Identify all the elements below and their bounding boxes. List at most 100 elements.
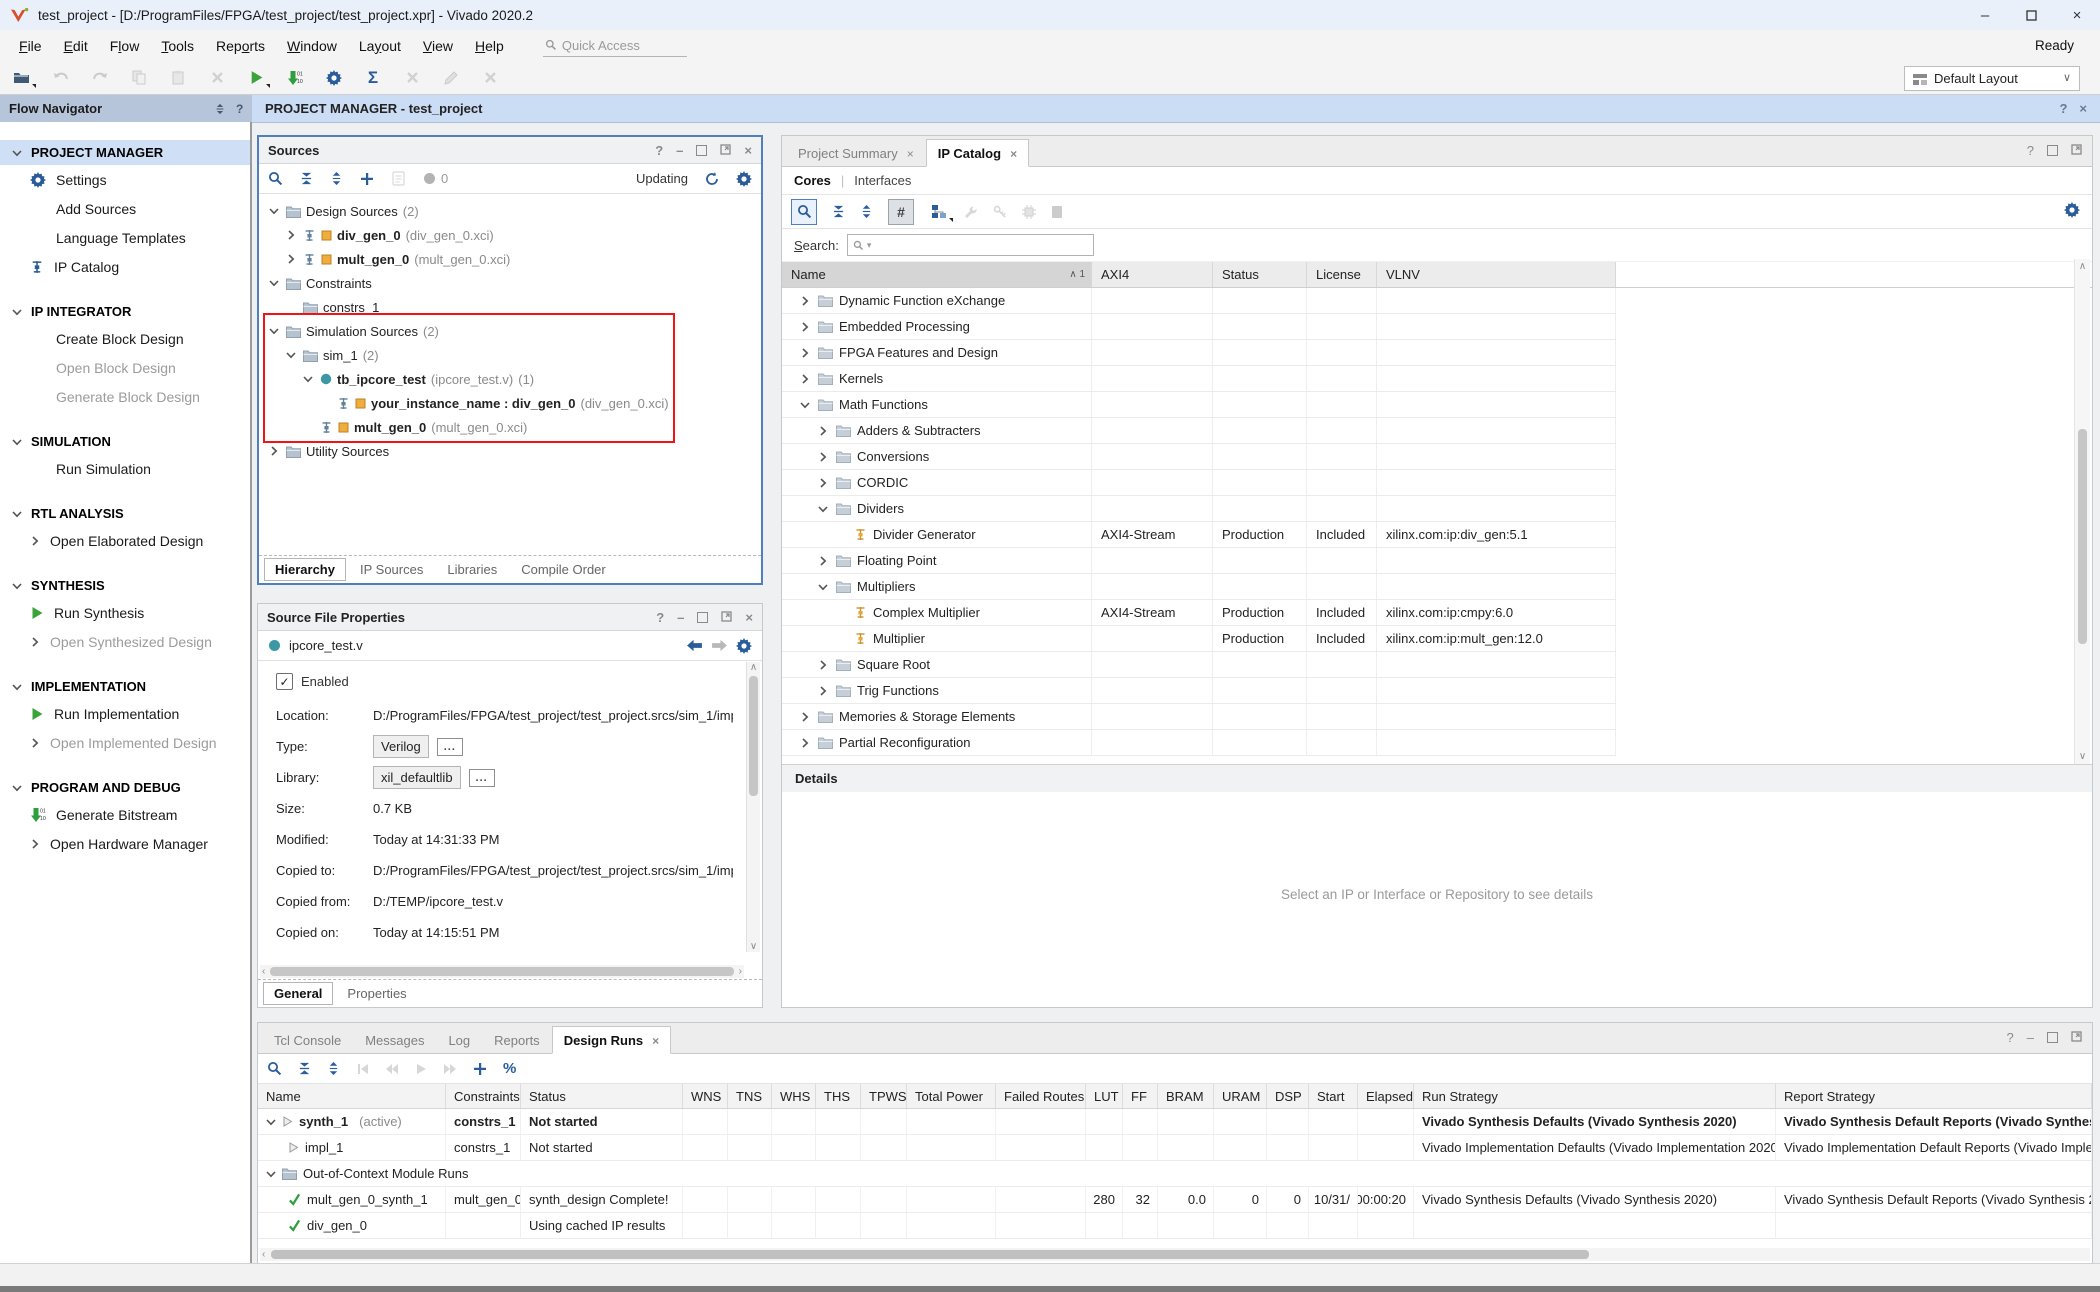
close-tab-icon[interactable]: ×: [1010, 147, 1017, 161]
flownav-item-run-synthesis[interactable]: Run Synthesis: [0, 598, 250, 627]
flownav-item-settings[interactable]: Settings: [0, 165, 250, 194]
chev-d-icon[interactable]: [818, 582, 828, 592]
run-row-impl-1[interactable]: impl_1 constrs_1 Not startedVivado Imple…: [258, 1135, 2092, 1161]
chev-d-icon[interactable]: [818, 504, 828, 514]
expand-all-icon[interactable]: [330, 172, 343, 185]
source-row-utility-sources[interactable]: Utility Sources: [259, 439, 761, 463]
source-row-tb-ipcore-test[interactable]: tb_ipcore_test (ipcore_test.v) (1): [259, 367, 761, 391]
column-header-tpws[interactable]: TPWS: [861, 1084, 907, 1108]
chev-r-icon[interactable]: [800, 348, 810, 358]
catalog-row-square-root[interactable]: Square Root: [782, 652, 1616, 678]
float-panel-icon[interactable]: [2071, 1030, 2082, 1045]
chev-r-icon[interactable]: [818, 686, 828, 696]
toolbar-gear-blue-button[interactable]: [324, 68, 344, 88]
run-row-mult-gen-0-synth-1[interactable]: mult_gen_0_synth_1 mult_gen_0 synth_desi…: [258, 1187, 2092, 1213]
source-row-your-instance-name-div-gen-0[interactable]: your_instance_name : div_gen_0 (div_gen_…: [259, 391, 761, 415]
window-close-button[interactable]: ×: [2054, 0, 2100, 30]
column-header-total-power[interactable]: Total Power: [907, 1084, 996, 1108]
search-toggle-button[interactable]: [791, 199, 817, 225]
help-icon[interactable]: ?: [656, 610, 664, 625]
source-row-mult-gen-0[interactable]: mult_gen_0 (mult_gen_0.xci): [259, 247, 761, 271]
menu-tools[interactable]: Tools: [150, 33, 205, 59]
flownav-item-add-sources[interactable]: Add Sources: [0, 194, 250, 223]
runs-horizontal-scrollbar[interactable]: ‹: [260, 1248, 2090, 1261]
sources-tab-hierarchy[interactable]: Hierarchy: [264, 558, 346, 581]
play-gray-icon[interactable]: [415, 1063, 427, 1075]
toolbar-copy-button[interactable]: [129, 68, 149, 88]
percent-icon[interactable]: %: [503, 1061, 516, 1076]
tab-messages[interactable]: Messages: [353, 1026, 436, 1054]
toolbar-cancel-x2-button[interactable]: [480, 68, 500, 88]
key-icon[interactable]: [993, 205, 1007, 219]
source-row-constrs-1[interactable]: constrs_1: [259, 295, 761, 319]
flownav-item-open-hardware-manager[interactable]: Open Hardware Manager: [0, 829, 250, 858]
scroll-up-icon[interactable]: ∧: [2075, 261, 2090, 272]
scroll-down-icon[interactable]: ∨: [747, 941, 760, 952]
plus-icon[interactable]: [360, 172, 374, 186]
magnifier-icon[interactable]: [268, 171, 283, 186]
column-header-name[interactable]: Name ∧ 1: [782, 262, 1092, 287]
catalog-row-multipliers[interactable]: Multipliers: [782, 574, 1616, 600]
sources-tab-ip-sources[interactable]: IP Sources: [350, 559, 433, 580]
expand-all-icon[interactable]: [327, 1062, 340, 1075]
chev-r-icon[interactable]: [800, 374, 810, 384]
flownav-section-header-project-manager[interactable]: PROJECT MANAGER: [0, 140, 250, 165]
toolbar-open-folder-button[interactable]: [12, 68, 32, 88]
gear-icon[interactable]: [736, 638, 752, 654]
filter-hash-button[interactable]: #: [888, 199, 914, 225]
chev-r-icon[interactable]: [800, 296, 810, 306]
toolbar-delete-x-button[interactable]: [207, 68, 227, 88]
run-row-synth-1[interactable]: synth_1(active) constrs_1 Not startedViv…: [258, 1109, 2092, 1135]
menu-edit[interactable]: Edit: [53, 33, 99, 59]
properties-tab-properties[interactable]: Properties: [337, 983, 416, 1004]
catalog-row-memories-storage-elements[interactable]: Memories & Storage Elements: [782, 704, 1616, 730]
flownav-section-header-simulation[interactable]: SIMULATION: [0, 429, 250, 454]
float-panel-icon[interactable]: [721, 610, 732, 625]
tab-cores[interactable]: Cores: [794, 173, 831, 188]
tab-reports[interactable]: Reports: [482, 1026, 552, 1054]
minimize-panel-icon[interactable]: –: [676, 143, 683, 158]
collapse-all-icon[interactable]: [832, 205, 845, 218]
flownav-item-open-block-design[interactable]: Open Block Design: [0, 353, 250, 382]
minimize-panel-icon[interactable]: –: [677, 610, 684, 625]
close-panel-icon[interactable]: ×: [745, 610, 753, 625]
chev-d-icon[interactable]: [286, 350, 296, 360]
dock-icon[interactable]: [214, 103, 226, 115]
column-header-vlnv[interactable]: VLNV: [1377, 262, 1616, 287]
catalog-row-adders-subtracters[interactable]: Adders & Subtracters: [782, 418, 1616, 444]
chev-r-icon[interactable]: [818, 660, 828, 670]
window-minimize-button[interactable]: –: [1962, 0, 2008, 30]
scroll-up-icon[interactable]: ∧: [747, 662, 760, 673]
collapse-all-icon[interactable]: [298, 1062, 311, 1075]
toolbar-redo-button[interactable]: [90, 68, 110, 88]
catalog-row-math-functions[interactable]: Math Functions: [782, 392, 1616, 418]
source-row-div-gen-0[interactable]: div_gen_0 (div_gen_0.xci): [259, 223, 761, 247]
tab-project-summary[interactable]: Project Summary ×: [786, 139, 926, 167]
column-header-name[interactable]: Name: [258, 1084, 446, 1108]
help-icon[interactable]: ?: [2059, 101, 2067, 116]
chev-d-icon[interactable]: [269, 206, 279, 216]
source-row-sim-1[interactable]: sim_1 (2): [259, 343, 761, 367]
source-row-simulation-sources[interactable]: Simulation Sources (2): [259, 319, 761, 343]
chev-r-icon[interactable]: [286, 254, 296, 264]
catalog-row-complex-multiplier[interactable]: Complex Multiplier AXI4-Stream Productio…: [782, 600, 1616, 626]
maximize-panel-icon[interactable]: [2047, 145, 2058, 156]
chev-r-icon[interactable]: [818, 426, 828, 436]
enabled-checkbox[interactable]: ✓: [276, 673, 293, 690]
flownav-item-create-block-design[interactable]: Create Block Design: [0, 324, 250, 353]
close-panel-icon[interactable]: ×: [744, 143, 752, 158]
column-header-whs[interactable]: WHS: [772, 1084, 816, 1108]
chev-r-icon[interactable]: [800, 322, 810, 332]
float-panel-icon[interactable]: [2071, 143, 2082, 158]
scroll-down-icon[interactable]: ∨: [2075, 751, 2090, 762]
catalog-row-divider-generator[interactable]: Divider Generator AXI4-Stream Production…: [782, 522, 1616, 548]
run-arrow-icon[interactable]: [288, 1142, 299, 1153]
run-row-out-of-context-module-runs[interactable]: Out-of-Context Module Runs: [258, 1161, 2092, 1187]
properties-horizontal-scrollbar[interactable]: ‹ ›: [260, 965, 744, 978]
float-panel-icon[interactable]: [720, 143, 731, 158]
chev-d-icon[interactable]: [269, 278, 279, 288]
scroll-right-icon[interactable]: ›: [737, 966, 744, 977]
run-row-div-gen-0[interactable]: div_gen_0 Using cached IP results: [258, 1213, 2092, 1239]
column-header-dsp[interactable]: DSP: [1267, 1084, 1309, 1108]
quick-access-input[interactable]: Quick Access: [543, 35, 687, 57]
